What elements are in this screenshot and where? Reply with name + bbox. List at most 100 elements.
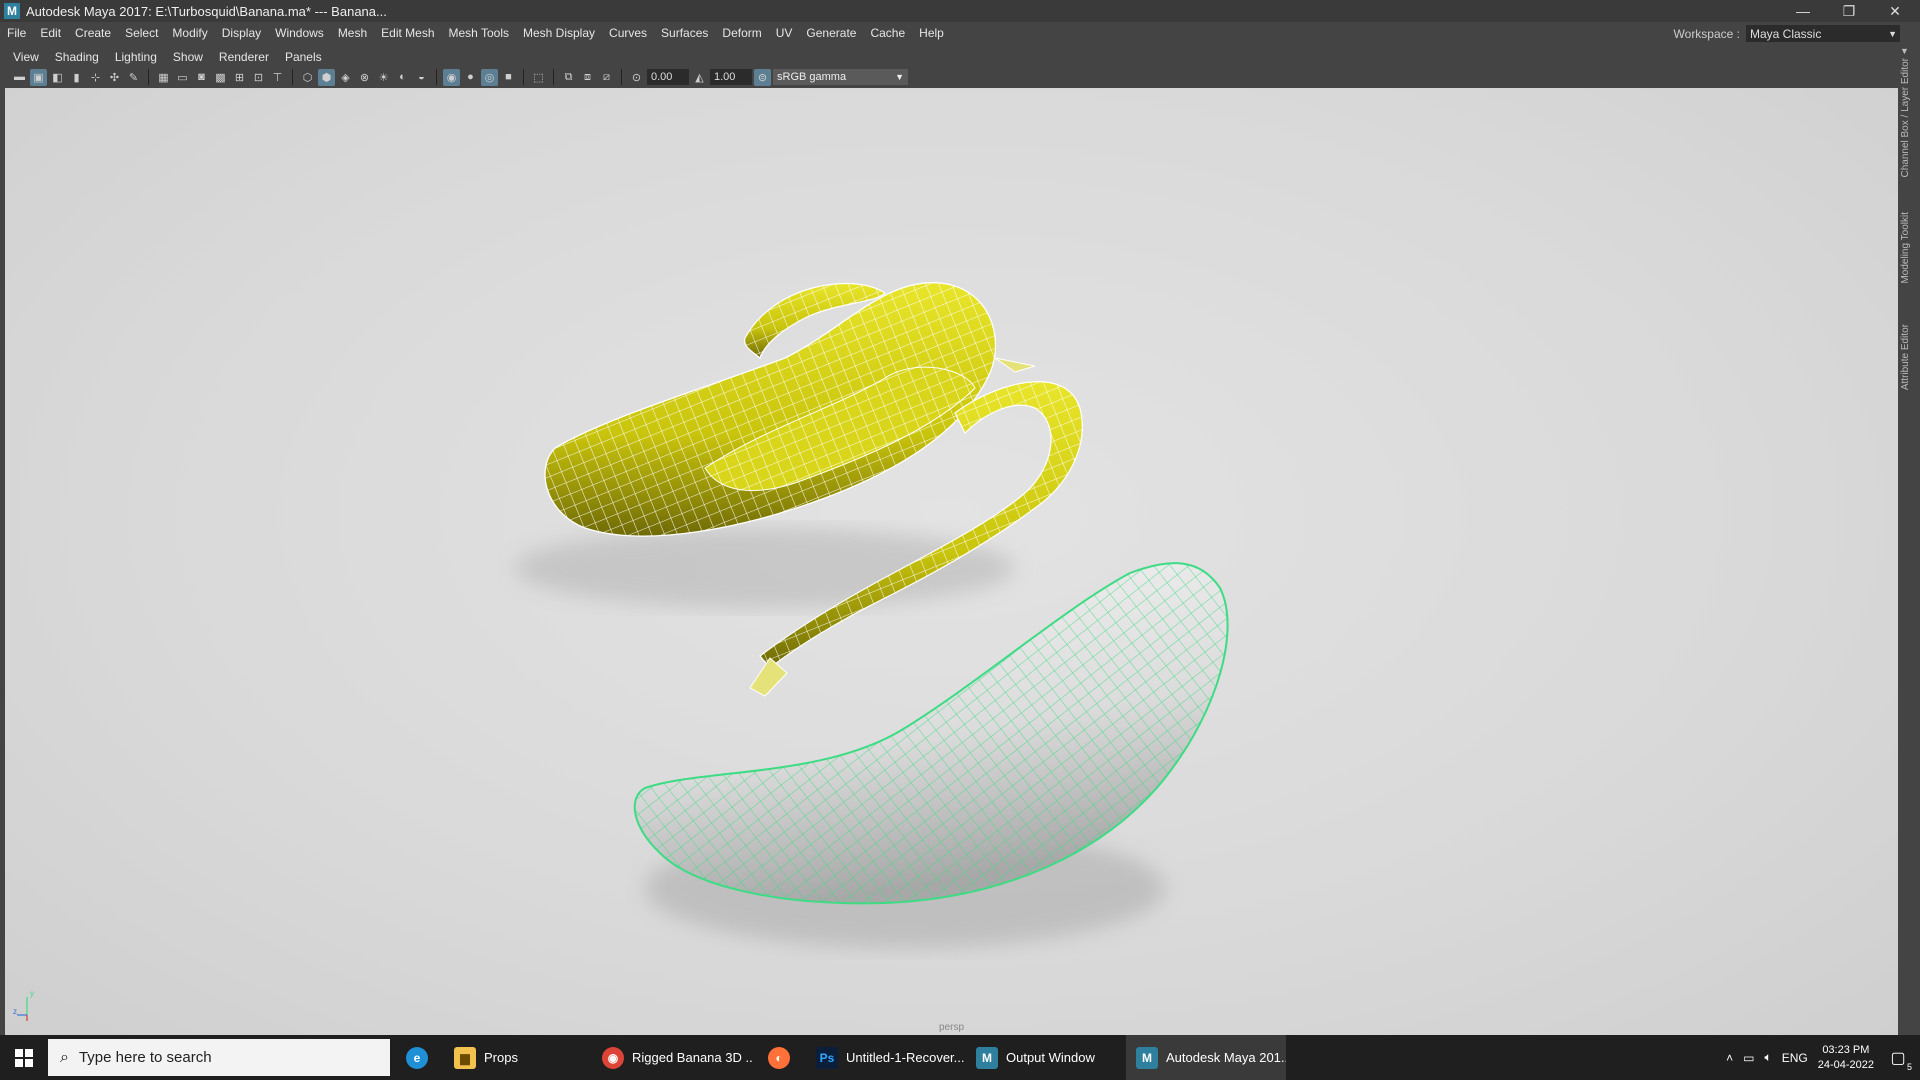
backface-culling-icon[interactable]: ⧄ [598, 69, 615, 86]
shadows-icon[interactable]: ◐ [394, 69, 411, 86]
taskbar-search-box[interactable]: ⌕ Type here to search [48, 1039, 390, 1076]
start-button[interactable] [0, 1035, 48, 1080]
tab-modeling-toolkit[interactable]: Modeling Toolkit [1900, 212, 1911, 284]
menu-deform[interactable]: Deform [715, 26, 768, 40]
wireframe-on-shaded-icon[interactable]: ◈ [337, 69, 354, 86]
camera-select-icon[interactable]: ▬ [11, 69, 28, 86]
menu-file[interactable]: File [0, 26, 33, 40]
bookmark-camera-icon[interactable]: ◧ [49, 69, 66, 86]
tab-attribute-editor[interactable]: Attribute Editor [1900, 324, 1911, 390]
menu-modify[interactable]: Modify [165, 26, 214, 40]
taskbar-app-photoshop[interactable]: Ps Untitled-1-Recover... [806, 1035, 966, 1080]
workspace-dropdown[interactable]: Maya Classic ▼ [1746, 25, 1900, 42]
close-button[interactable]: ✕ [1872, 0, 1918, 22]
taskbar-app-label: Untitled-1-Recover... [846, 1050, 965, 1065]
wireframe-icon[interactable]: ⬡ [299, 69, 316, 86]
xray-joints-icon[interactable]: ⧉ [560, 69, 577, 86]
taskbar-app-maya[interactable]: M Autodesk Maya 201... [1126, 1035, 1286, 1080]
menu-display[interactable]: Display [215, 26, 268, 40]
toolbar-separator [292, 69, 293, 85]
taskbar-app-edge[interactable]: e [390, 1035, 444, 1080]
menu-windows[interactable]: Windows [268, 26, 331, 40]
menu-mesh[interactable]: Mesh [331, 26, 374, 40]
resolution-gate-icon[interactable]: ◙ [193, 69, 210, 86]
chrome-icon: ◉ [602, 1046, 624, 1069]
image-plane-icon[interactable]: ⊹ [87, 69, 104, 86]
2d-pan-zoom-icon[interactable]: ✣ [106, 69, 123, 86]
notification-center-button[interactable]: ▢ 5 [1884, 1048, 1912, 1072]
chevron-down-icon[interactable]: ▼ [1900, 46, 1909, 56]
panel-menu-shading[interactable]: Shading [47, 50, 107, 64]
toolbar-separator [553, 69, 554, 85]
taskbar-app-chrome[interactable]: ◉ Rigged Banana 3D ... [592, 1035, 752, 1080]
network-icon[interactable]: ▭ [1743, 1051, 1754, 1065]
motion-blur-icon[interactable]: ● [462, 69, 479, 86]
film-gate-icon[interactable]: ▭ [174, 69, 191, 86]
menu-mesh-tools[interactable]: Mesh Tools [442, 26, 516, 40]
exposure-icon[interactable]: ⊙ [628, 69, 645, 86]
camera-label: persp [938, 1022, 964, 1033]
workspace-value: Maya Classic [1750, 26, 1822, 41]
textured-icon[interactable]: ⊗ [356, 69, 373, 86]
safe-action-icon[interactable]: ⊡ [250, 69, 267, 86]
minimize-icon: — [1796, 3, 1810, 19]
restore-icon: ❐ [1842, 2, 1856, 19]
clock[interactable]: 03:23 PM 24-04-2022 [1818, 1043, 1874, 1073]
color-space-dropdown[interactable]: sRGB gamma ▼ [773, 69, 908, 85]
menu-create[interactable]: Create [68, 26, 118, 40]
menu-help[interactable]: Help [912, 26, 951, 40]
xray-active-icon[interactable]: ⧈ [579, 69, 596, 86]
taskbar-app-props[interactable]: ▆ Props [444, 1035, 592, 1080]
menu-edit[interactable]: Edit [33, 26, 68, 40]
exposure-field[interactable]: 0.00 [647, 69, 689, 85]
menu-curves[interactable]: Curves [602, 26, 654, 40]
perspective-viewport[interactable]: y z persp [5, 88, 1898, 1035]
grid-icon[interactable]: ▦ [155, 69, 172, 86]
panel-menu-show[interactable]: Show [165, 50, 211, 64]
notification-icon: ▢ [1890, 1049, 1906, 1067]
field-chart-icon[interactable]: ⊞ [231, 69, 248, 86]
panel-menu-renderer[interactable]: Renderer [211, 50, 277, 64]
safe-title-icon[interactable]: ⊤ [269, 69, 286, 86]
smooth-shade-icon[interactable]: ⬢ [318, 68, 335, 86]
gamma-icon[interactable]: ◭ [691, 69, 708, 86]
viewport-toolbar: ▬ ▣ ◧ ▮ ⊹ ✣ ✎ ▦ ▭ ◙ ▩ ⊞ ⊡ ⊤ ⬡ ⬢ ◈ ⊗ ☀ ◐ … [5, 66, 1898, 88]
axis-z-label: z [13, 1007, 17, 1016]
use-all-lights-icon[interactable]: ☀ [375, 69, 392, 86]
grease-pencil-icon[interactable]: ✎ [125, 69, 142, 86]
color-management-icon[interactable]: ⊜ [754, 68, 771, 86]
panel-menu-lighting[interactable]: Lighting [107, 50, 165, 64]
peeled-banana-mesh[interactable] [544, 282, 1083, 697]
menu-edit-mesh[interactable]: Edit Mesh [374, 26, 441, 40]
menu-mesh-display[interactable]: Mesh Display [516, 26, 602, 40]
taskbar-app-output-window[interactable]: M Output Window [966, 1035, 1126, 1080]
toolbar-separator [621, 69, 622, 85]
screen-space-ao-icon[interactable]: ◉ [443, 68, 460, 86]
search-icon: ⌕ [60, 1048, 69, 1066]
panel-menu-panels[interactable]: Panels [277, 50, 330, 64]
camera-attributes-icon[interactable]: ▣ [30, 68, 47, 86]
bookmark-icon[interactable]: ▮ [68, 69, 85, 86]
menu-generate[interactable]: Generate [799, 26, 863, 40]
selected-banana-mesh[interactable] [633, 562, 1229, 905]
menu-surfaces[interactable]: Surfaces [654, 26, 715, 40]
menu-cache[interactable]: Cache [863, 26, 912, 40]
taskbar-app-firefox[interactable]: ◐ [752, 1035, 806, 1080]
volume-icon[interactable]: 🔈︎ [1765, 1050, 1772, 1065]
menu-select[interactable]: Select [118, 26, 165, 40]
gate-mask-icon[interactable]: ▩ [212, 69, 229, 86]
panel-menu-view[interactable]: View [5, 50, 47, 64]
restore-button[interactable]: ❐ [1826, 0, 1872, 22]
isolate-select-icon[interactable]: ⬚ [530, 69, 547, 86]
minimize-button[interactable]: — [1780, 0, 1826, 22]
gamma-field[interactable]: 1.00 [710, 69, 752, 85]
chevron-up-icon[interactable]: ˄ [1726, 1051, 1733, 1065]
toolbar-separator [148, 69, 149, 85]
tab-channel-box[interactable]: Channel Box / Layer Editor [1900, 58, 1911, 178]
menu-uv[interactable]: UV [769, 26, 800, 40]
workspace-label: Workspace : [1673, 26, 1740, 41]
xray-icon[interactable]: ◒ [413, 69, 430, 86]
depth-of-field-icon[interactable]: ■ [500, 69, 517, 86]
language-indicator[interactable]: ENG [1782, 1051, 1808, 1065]
multisample-aa-icon[interactable]: ◎ [481, 68, 498, 86]
